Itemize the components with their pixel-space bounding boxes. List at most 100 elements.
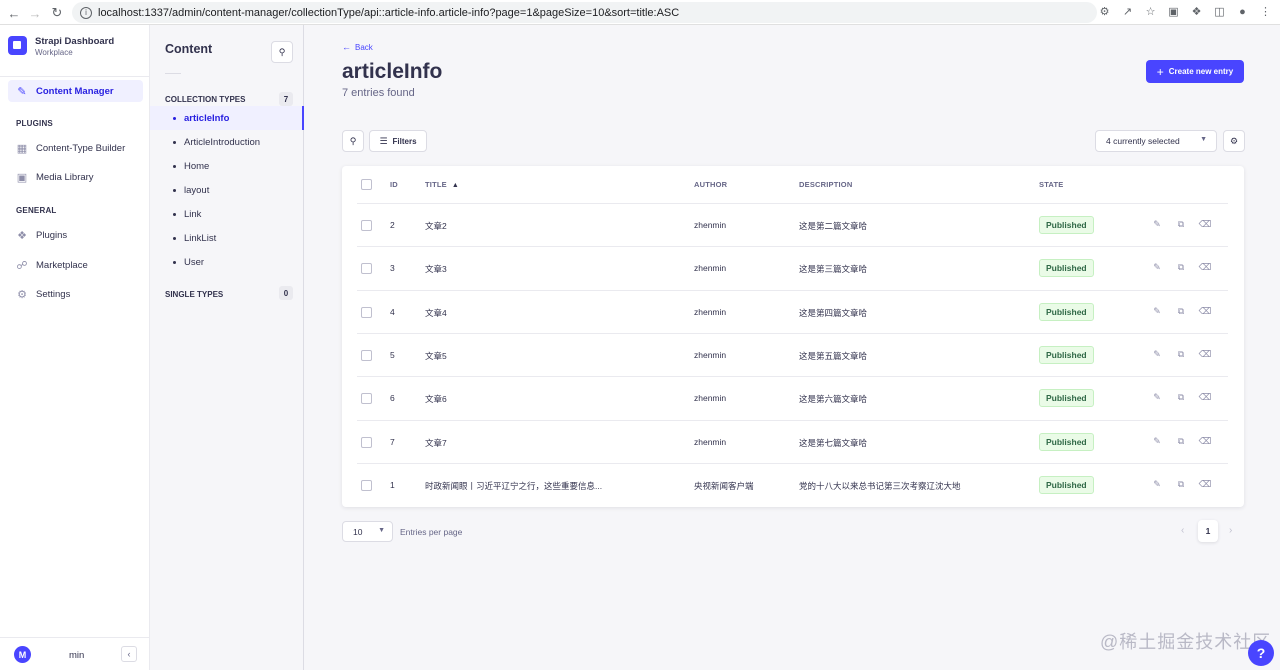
- collection-types-count: 7: [279, 92, 293, 106]
- info-icon[interactable]: i: [80, 6, 92, 19]
- profile-icon[interactable]: ●: [1234, 3, 1251, 20]
- delete-trash-icon[interactable]: ⌫: [1199, 435, 1212, 447]
- table-row[interactable]: 7 文章7 zhenmin 这是第七篇文章哈 Published ✎ ⧉ ⌫: [342, 420, 1244, 463]
- duplicate-icon[interactable]: ⧉: [1175, 261, 1187, 273]
- create-new-entry-button[interactable]: + Create new entry: [1146, 60, 1244, 83]
- nav-footer: M min ‹: [0, 637, 149, 670]
- cell-title: 文章4: [425, 308, 447, 318]
- address-bar[interactable]: i localhost:1337/admin/content-manager/c…: [72, 2, 1097, 23]
- delete-trash-icon[interactable]: ⌫: [1199, 391, 1212, 403]
- column-header-description[interactable]: DESCRIPTION: [799, 180, 852, 189]
- bookmark-star-icon[interactable]: ☆: [1142, 3, 1159, 20]
- delete-trash-icon[interactable]: ⌫: [1199, 218, 1212, 230]
- row-checkbox[interactable]: [361, 307, 372, 318]
- back-arrow-icon[interactable]: ←: [3, 2, 25, 24]
- page-size-select[interactable]: 10 ▼: [342, 521, 393, 542]
- duplicate-icon[interactable]: ⧉: [1175, 435, 1187, 447]
- edit-pencil-icon[interactable]: ✎: [1151, 348, 1163, 360]
- nav-item-content-type-builder[interactable]: ▦ Content-Type Builder: [8, 137, 143, 159]
- table-row[interactable]: 5 文章5 zhenmin 这是第五篇文章哈 Published ✎ ⧉ ⌫: [342, 333, 1244, 376]
- column-header-author[interactable]: AUTHOR: [694, 180, 727, 189]
- table-row[interactable]: 3 文章3 zhenmin 这是第三篇文章哈 Published ✎ ⧉ ⌫: [342, 246, 1244, 289]
- filters-button[interactable]: ☰ Filters: [369, 130, 427, 152]
- duplicate-icon[interactable]: ⧉: [1175, 218, 1187, 230]
- previous-page-icon[interactable]: ‹: [1181, 525, 1184, 536]
- duplicate-icon[interactable]: ⧉: [1175, 348, 1187, 360]
- cell-description: 党的十八大以来总书记第三次考察辽沈大地: [799, 481, 961, 491]
- column-header-title-label: TITLE: [425, 180, 447, 189]
- duplicate-icon[interactable]: ⧉: [1175, 305, 1187, 317]
- subnav-search-button[interactable]: ⚲: [271, 41, 293, 63]
- subnav-item-linklist[interactable]: LinkList: [150, 226, 304, 250]
- subnav-item-layout[interactable]: layout: [150, 178, 304, 202]
- delete-trash-icon[interactable]: ⌫: [1199, 478, 1212, 490]
- edit-pencil-icon[interactable]: ✎: [1151, 218, 1163, 230]
- layout-icon: ▦: [16, 142, 28, 155]
- forward-arrow-icon[interactable]: →: [24, 2, 46, 24]
- edit-pencil-icon[interactable]: ✎: [1151, 391, 1163, 403]
- extension-icon[interactable]: ▣: [1165, 3, 1182, 20]
- brand[interactable]: Strapi Dashboard Workplace: [8, 36, 114, 58]
- subnav-item-link[interactable]: Link: [150, 202, 304, 226]
- username[interactable]: min: [69, 650, 84, 661]
- translate-icon[interactable]: ⚙: [1096, 3, 1113, 20]
- delete-trash-icon[interactable]: ⌫: [1199, 348, 1212, 360]
- nav-item-marketplace[interactable]: ☍ Marketplace: [8, 254, 143, 276]
- sidebar-icon[interactable]: ◫: [1211, 3, 1228, 20]
- displayed-fields-select[interactable]: 4 currently selected ▼: [1095, 130, 1217, 152]
- table-row[interactable]: 2 文章2 zhenmin 这是第二篇文章哈 Published ✎ ⧉ ⌫: [342, 203, 1244, 246]
- search-button[interactable]: ⚲: [342, 130, 364, 152]
- row-checkbox[interactable]: [361, 263, 372, 274]
- puzzle-icon[interactable]: ❖: [1188, 3, 1205, 20]
- nav-item-settings[interactable]: ⚙ Settings: [8, 283, 143, 305]
- column-header-title[interactable]: TITLE ▲: [425, 180, 459, 189]
- help-button[interactable]: ?: [1248, 640, 1274, 666]
- row-checkbox[interactable]: [361, 393, 372, 404]
- edit-pencil-icon[interactable]: ✎: [1151, 478, 1163, 490]
- row-checkbox[interactable]: [361, 480, 372, 491]
- nav-item-plugins[interactable]: ❖ Plugins: [8, 224, 143, 246]
- edit-pencil-icon[interactable]: ✎: [1151, 261, 1163, 273]
- duplicate-icon[interactable]: ⧉: [1175, 391, 1187, 403]
- collection-types-heading[interactable]: COLLECTION TYPES: [165, 95, 245, 104]
- nav-item-content-manager[interactable]: ✎ Content Manager: [8, 80, 143, 102]
- table-row[interactable]: 1 时政新闻眼丨习近平辽宁之行，这些重要信息... 央视新闻客户端 党的十八大以…: [342, 463, 1244, 506]
- entries-count: 7 entries found: [342, 87, 415, 99]
- subnav-item-label: User: [184, 256, 205, 268]
- edit-pencil-icon[interactable]: ✎: [1151, 305, 1163, 317]
- page-button-current[interactable]: 1: [1198, 520, 1218, 542]
- subnav-item-articleinfo[interactable]: articleInfo: [150, 106, 304, 130]
- subnav-item-label: layout: [184, 184, 210, 196]
- back-link[interactable]: ← Back: [342, 42, 373, 52]
- entries-table: ID TITLE ▲ AUTHOR DESCRIPTION STATE 2 文章2…: [342, 166, 1244, 507]
- view-settings-button[interactable]: ⚙: [1223, 130, 1245, 152]
- subnav-item-articleintroduction[interactable]: ArticleIntroduction: [150, 130, 304, 154]
- share-icon[interactable]: ↗: [1119, 3, 1136, 20]
- select-all-checkbox[interactable]: [361, 179, 372, 190]
- table-row[interactable]: 6 文章6 zhenmin 这是第六篇文章哈 Published ✎ ⧉ ⌫: [342, 376, 1244, 419]
- avatar[interactable]: M: [14, 646, 31, 663]
- single-types-heading[interactable]: SINGLE TYPES: [165, 290, 223, 299]
- brand-title: Strapi Dashboard: [35, 36, 115, 47]
- duplicate-icon[interactable]: ⧉: [1175, 478, 1187, 490]
- subnav-item-home[interactable]: Home: [150, 154, 304, 178]
- nav-item-media-library[interactable]: ▣ Media Library: [8, 166, 143, 188]
- delete-trash-icon[interactable]: ⌫: [1199, 261, 1212, 273]
- row-checkbox[interactable]: [361, 350, 372, 361]
- row-checkbox[interactable]: [361, 437, 372, 448]
- menu-dots-icon[interactable]: ⋮: [1257, 3, 1274, 20]
- column-header-state[interactable]: STATE: [1039, 180, 1063, 189]
- subnav-item-user[interactable]: User: [150, 250, 304, 274]
- row-checkbox[interactable]: [361, 220, 372, 231]
- cart-icon: ☍: [16, 259, 28, 272]
- collapse-nav-button[interactable]: ‹: [121, 646, 137, 662]
- reload-icon[interactable]: ↻: [46, 2, 68, 24]
- next-page-icon[interactable]: ›: [1229, 525, 1232, 536]
- status-badge: Published: [1039, 346, 1094, 364]
- table-row[interactable]: 4 文章4 zhenmin 这是第四篇文章哈 Published ✎ ⧉ ⌫: [342, 290, 1244, 333]
- edit-pencil-icon[interactable]: ✎: [1151, 435, 1163, 447]
- delete-trash-icon[interactable]: ⌫: [1199, 305, 1212, 317]
- column-header-id[interactable]: ID: [390, 180, 398, 189]
- bullet: [173, 140, 176, 144]
- row-divider: [357, 203, 1228, 204]
